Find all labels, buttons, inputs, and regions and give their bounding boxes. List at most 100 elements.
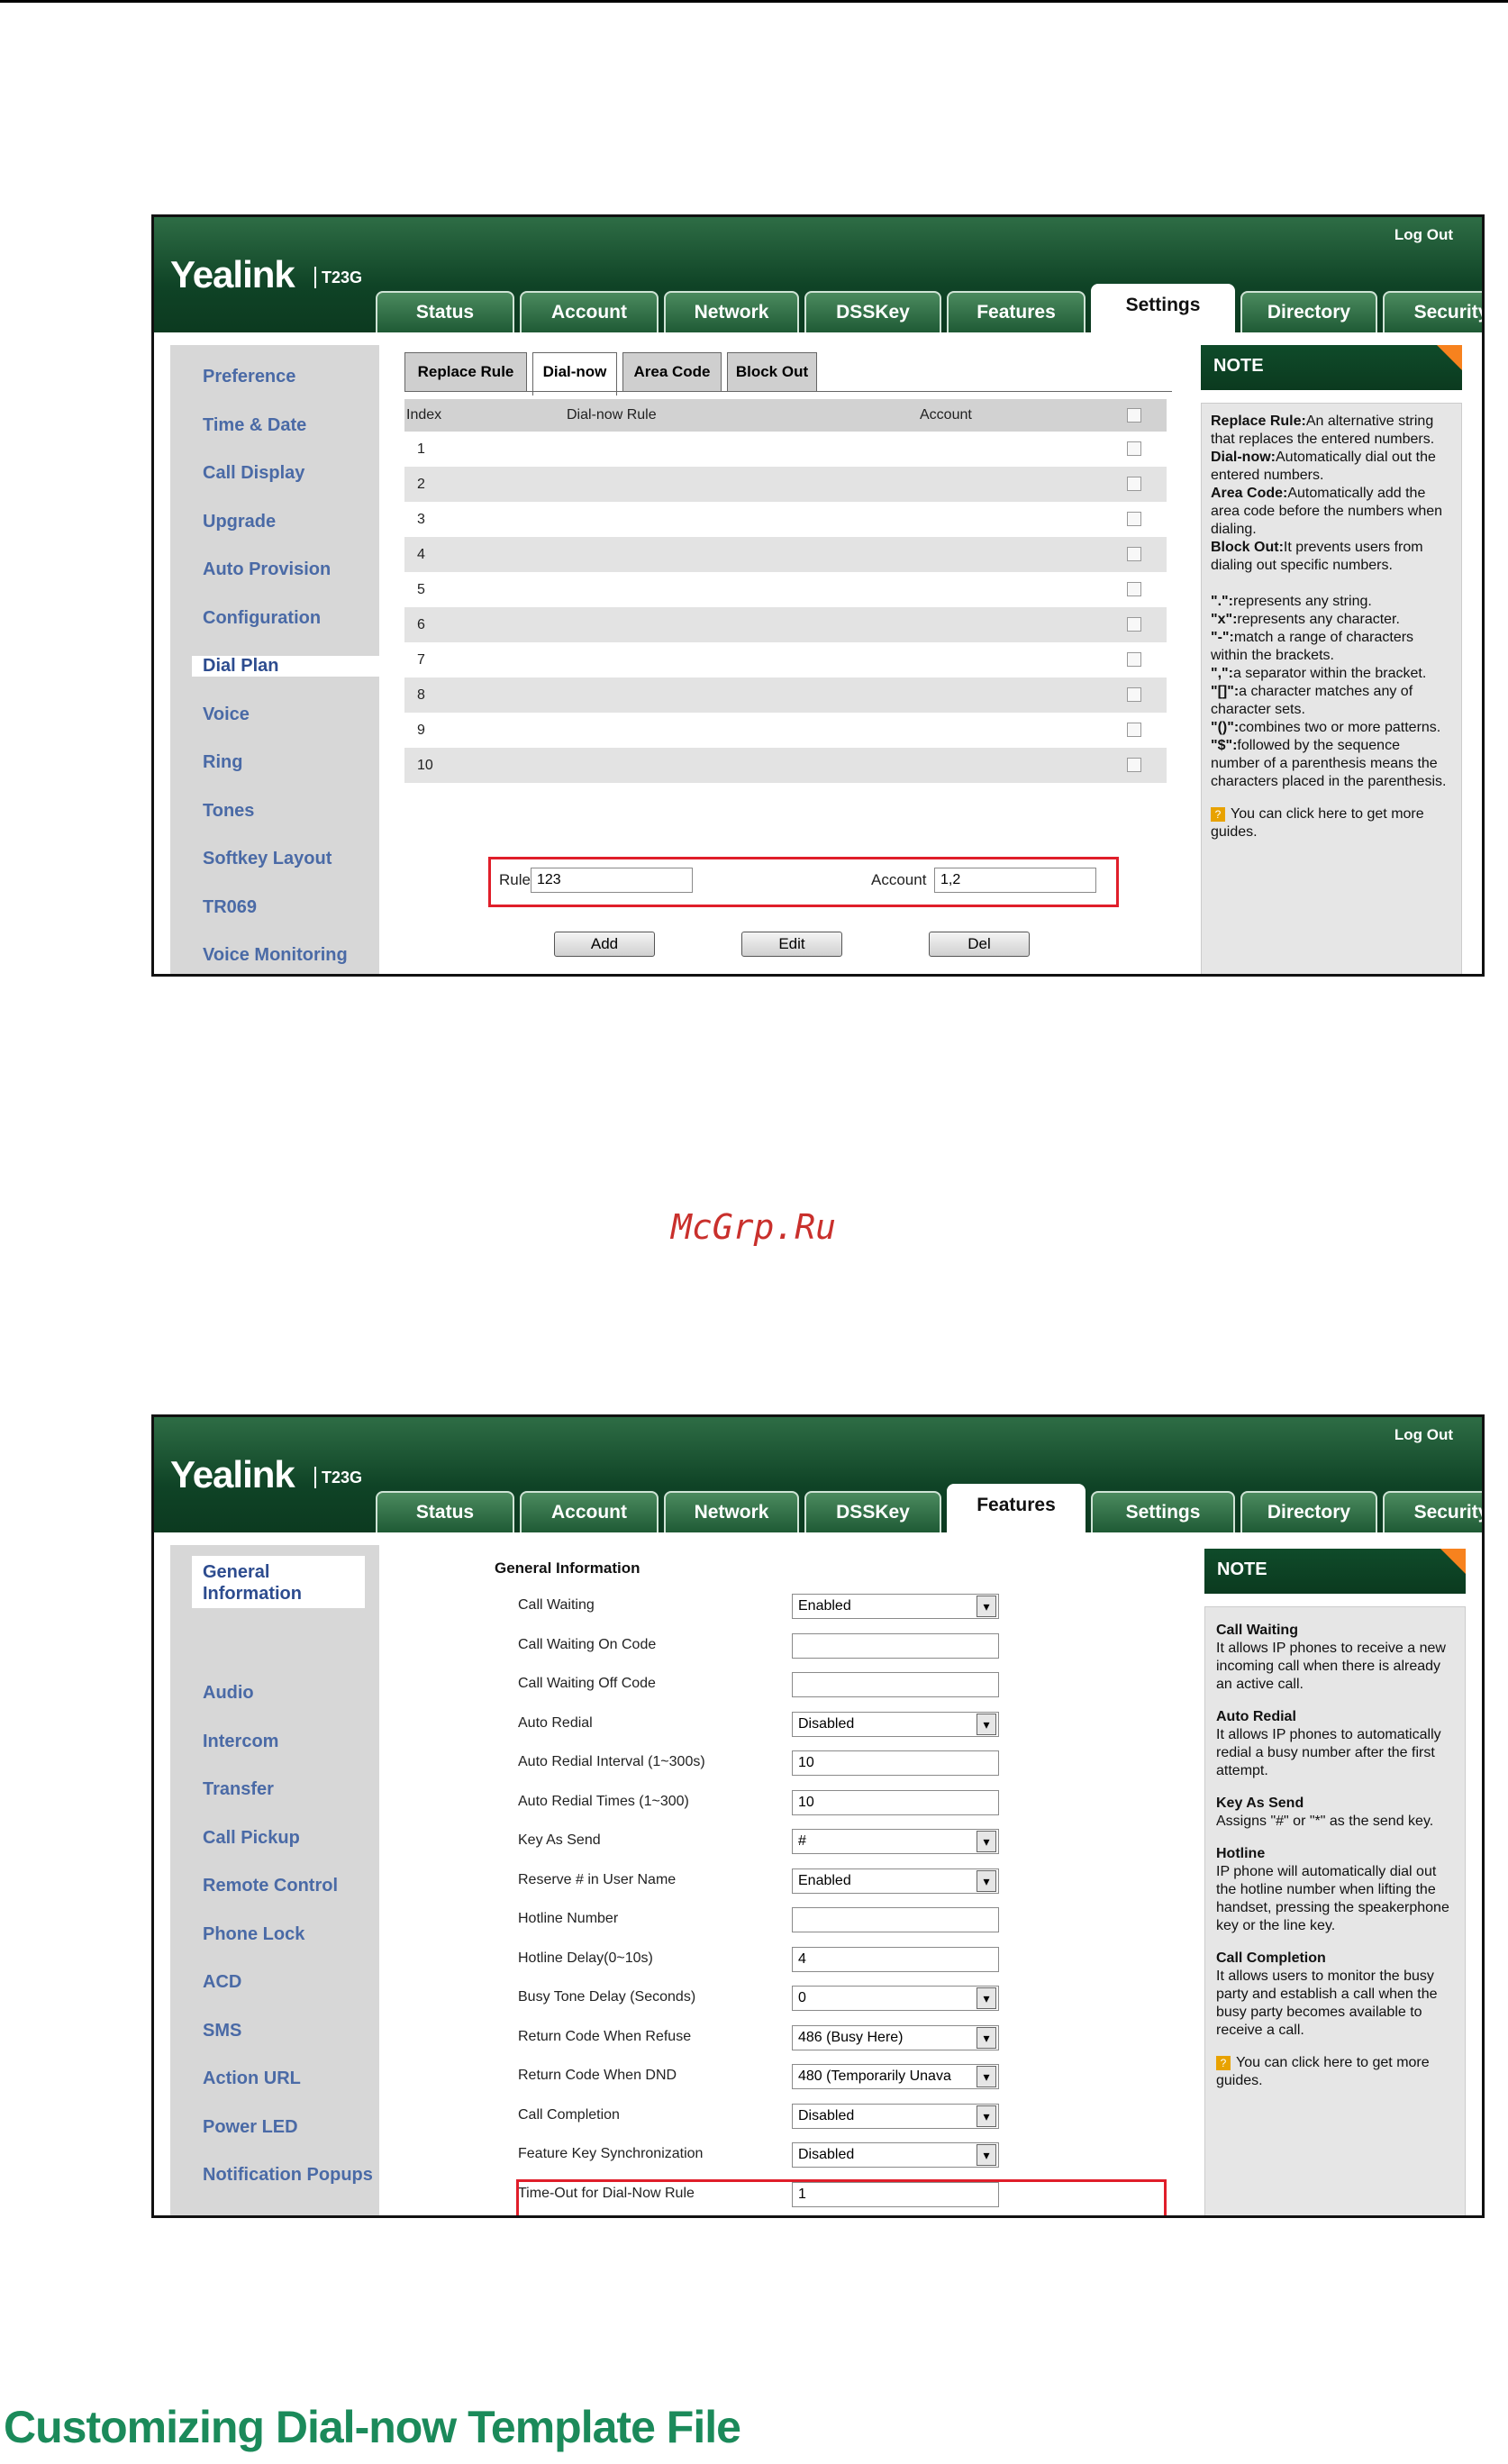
subtab-dial-now[interactable]: Dial-now: [532, 352, 617, 396]
tab-features[interactable]: Features: [947, 1484, 1086, 1534]
sidebar-item-action-url[interactable]: Action URL: [203, 2068, 301, 2089]
tab-status[interactable]: Status: [376, 1491, 514, 1532]
tab-settings[interactable]: Settings: [1091, 1491, 1235, 1532]
sidebar-item-remote-control[interactable]: Remote Control: [203, 1876, 338, 1896]
row-checkbox[interactable]: [1127, 652, 1141, 667]
tab-account[interactable]: Account: [520, 1491, 659, 1532]
row-checkbox[interactable]: [1127, 547, 1141, 561]
sidebar-item-voice[interactable]: Voice: [203, 705, 250, 725]
tab-directory[interactable]: Directory: [1240, 291, 1377, 332]
sidebar-item-notification-popups[interactable]: Notification Popups: [203, 2165, 373, 2186]
tab-status[interactable]: Status: [376, 291, 514, 332]
input-auto-redial-interval-1-300s[interactable]: 10: [792, 1750, 999, 1776]
input-hotline-delay-0-10s[interactable]: 4: [792, 1946, 999, 1972]
note-title: NOTE: [1217, 1559, 1267, 1579]
sidebar-item-time-date[interactable]: Time & Date: [203, 415, 306, 436]
edit-button[interactable]: Edit: [741, 932, 842, 957]
select-call-waiting[interactable]: Enabled: [792, 1594, 999, 1619]
table-row: 7: [404, 642, 1167, 677]
select-key-as-send[interactable]: #: [792, 1829, 999, 1854]
del-button[interactable]: Del: [929, 932, 1030, 957]
sidebar-item-auto-provision[interactable]: Auto Provision: [203, 559, 331, 580]
row-index: 8: [417, 687, 425, 703]
sidebar-item-power-led[interactable]: Power LED: [203, 2117, 298, 2138]
row-checkbox[interactable]: [1127, 582, 1141, 596]
note-term: ".":: [1211, 594, 1233, 609]
sidebar-item-general-information[interactable]: General Information: [192, 1556, 365, 1608]
sidebar-item-softkey-layout[interactable]: Softkey Layout: [203, 849, 332, 869]
sidebar-item-tones[interactable]: Tones: [203, 801, 254, 822]
sidebar-item-intercom[interactable]: Intercom: [203, 1732, 278, 1752]
note-term: Call Completion: [1216, 1950, 1326, 1966]
select-all-checkbox[interactable]: [1127, 408, 1141, 423]
select-call-completion[interactable]: Disabled: [792, 2103, 999, 2129]
tab-dsskey[interactable]: DSSKey: [804, 1491, 941, 1532]
logout-link[interactable]: Log Out: [1394, 226, 1453, 244]
tab-security[interactable]: Security: [1383, 1491, 1482, 1532]
account-input[interactable]: 1,2: [934, 868, 1096, 893]
sidebar-item-configuration[interactable]: Configuration: [203, 608, 321, 629]
row-checkbox[interactable]: [1127, 723, 1141, 737]
note-header: NOTE: [1201, 345, 1462, 390]
note-term: "()":: [1211, 720, 1240, 735]
note-entry: Call Waiting It allows IP phones to recei…: [1216, 1622, 1454, 1694]
sidebar-item-phone-lock[interactable]: Phone Lock: [203, 1924, 304, 1945]
tab-dsskey[interactable]: DSSKey: [804, 291, 941, 332]
input-call-waiting-off-code[interactable]: [792, 1672, 999, 1697]
rule-input[interactable]: 123: [531, 868, 693, 893]
guide-link[interactable]: ? You can click here to get more guides.: [1216, 2054, 1454, 2090]
table-header: Index Dial-now Rule Account: [404, 399, 1167, 432]
sidebar-item-call-display[interactable]: Call Display: [203, 463, 304, 484]
select-reserve-in-user-name[interactable]: Enabled: [792, 1868, 999, 1894]
help-book-icon: ?: [1211, 807, 1225, 822]
logout-link[interactable]: Log Out: [1394, 1426, 1453, 1444]
note-entry: Hotline IP phone will automatically dial …: [1216, 1845, 1454, 1935]
row-checkbox[interactable]: [1127, 687, 1141, 702]
sidebar-item-transfer[interactable]: Transfer: [203, 1779, 274, 1800]
row-checkbox[interactable]: [1127, 512, 1141, 526]
row-index: 7: [417, 652, 425, 668]
row-checkbox[interactable]: [1127, 758, 1141, 772]
row-checkbox[interactable]: [1127, 617, 1141, 632]
row-checkbox[interactable]: [1127, 477, 1141, 491]
sidebar-item-audio[interactable]: Audio: [203, 1683, 254, 1704]
table-row: 10: [404, 748, 1167, 783]
tab-network[interactable]: Network: [664, 291, 799, 332]
subtab-block-out[interactable]: Block Out: [727, 352, 817, 392]
note-entry: Call Completion It allows users to monito…: [1216, 1950, 1454, 2040]
subtab-divider: [404, 391, 1172, 392]
select-return-code-when-dnd[interactable]: 480 (Temporarily Unava: [792, 2064, 999, 2089]
tab-security[interactable]: Security: [1383, 291, 1482, 332]
input-auto-redial-times-1-300[interactable]: 10: [792, 1789, 999, 1815]
row-checkbox[interactable]: [1127, 441, 1141, 456]
sidebar-item-upgrade[interactable]: Upgrade: [203, 512, 276, 532]
sidebar-item-tr069[interactable]: TR069: [203, 897, 257, 918]
sidebar-item-ring[interactable]: Ring: [203, 752, 242, 773]
select-auto-redial[interactable]: Disabled: [792, 1711, 999, 1737]
select-busy-tone-delay-seconds[interactable]: 0: [792, 1986, 999, 2011]
subtab-replace-rule[interactable]: Replace Rule: [404, 352, 527, 392]
section-heading: Customizing Dial-now Template File: [4, 2402, 741, 2452]
note-symbol: "()":combines two or more patterns.: [1211, 719, 1452, 737]
subtab-area-code[interactable]: Area Code: [622, 352, 722, 392]
tab-network[interactable]: Network: [664, 1491, 799, 1532]
sidebar-item-acd[interactable]: ACD: [203, 1972, 241, 1993]
add-button[interactable]: Add: [554, 932, 655, 957]
sidebar-item-call-pickup[interactable]: Call Pickup: [203, 1828, 300, 1849]
select-feature-key-synchronization[interactable]: Disabled: [792, 2142, 999, 2168]
tab-features[interactable]: Features: [947, 291, 1086, 332]
input-hotline-number[interactable]: [792, 1907, 999, 1932]
tab-settings[interactable]: Settings: [1091, 284, 1235, 334]
sidebar-item-sms[interactable]: SMS: [203, 2021, 241, 2041]
tab-directory[interactable]: Directory: [1240, 1491, 1377, 1532]
select-return-code-when-refuse[interactable]: 486 (Busy Here): [792, 2024, 999, 2050]
sidebar-item-voice-monitoring[interactable]: Voice Monitoring: [203, 945, 348, 966]
guide-link[interactable]: ? You can click here to get more guides.: [1211, 805, 1452, 841]
input-call-waiting-on-code[interactable]: [792, 1632, 999, 1659]
row-index: 3: [417, 512, 425, 527]
tab-account[interactable]: Account: [520, 291, 659, 332]
note-symbol: ",":a separator within the bracket.: [1211, 665, 1452, 683]
sidebar-item-preference[interactable]: Preference: [203, 367, 295, 387]
note-symbol: Replace Rule:An alternative string that …: [1211, 413, 1452, 449]
sidebar-item-dial-plan[interactable]: Dial Plan: [192, 656, 401, 677]
